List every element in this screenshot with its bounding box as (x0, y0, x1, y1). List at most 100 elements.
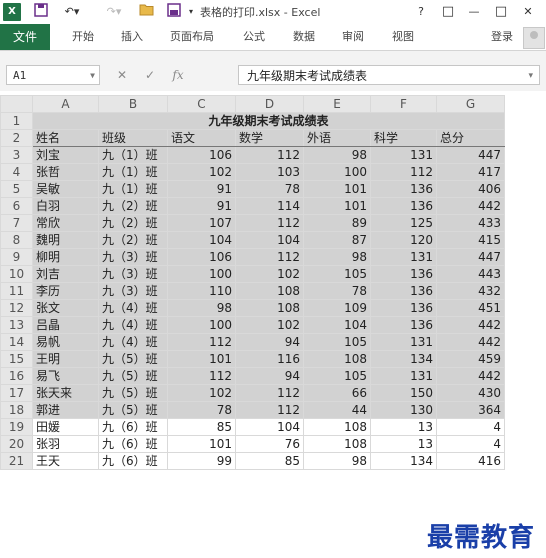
table-cell[interactable]: 柳明 (32, 248, 99, 266)
table-cell[interactable]: 112 (235, 146, 304, 164)
table-cell[interactable]: 刘吉 (32, 265, 99, 283)
table-cell[interactable]: 吕晶 (32, 316, 99, 334)
table-cell[interactable]: 九（1）班 (98, 163, 168, 181)
header-cell[interactable]: 外语 (303, 129, 371, 147)
cell-grid[interactable]: A B C D E F G 1 九年级期末考试成绩表 2 姓名 班级 语文 数学 外语 科学 总分 3 刘宝 九（1）… (0, 95, 505, 470)
table-cell[interactable]: 106 (167, 248, 236, 266)
table-cell[interactable]: 张文 (32, 299, 99, 317)
row-header[interactable]: 6 (0, 197, 33, 215)
table-cell[interactable]: 112 (235, 384, 304, 402)
table-cell[interactable]: 87 (303, 231, 371, 249)
table-cell[interactable]: 张天来 (32, 384, 99, 402)
table-cell[interactable]: 101 (303, 180, 371, 198)
header-cell[interactable]: 语文 (167, 129, 236, 147)
enter-icon[interactable]: ✓ (136, 65, 164, 85)
row-header[interactable]: 4 (0, 163, 33, 181)
table-cell[interactable]: 120 (370, 231, 437, 249)
table-cell[interactable]: 田媛 (32, 418, 99, 436)
table-cell[interactable]: 13 (370, 418, 437, 436)
table-cell[interactable]: 98 (303, 452, 371, 470)
table-cell[interactable]: 447 (436, 146, 505, 164)
table-cell[interactable]: 136 (370, 299, 437, 317)
header-cell[interactable]: 总分 (436, 129, 505, 147)
table-cell[interactable]: 116 (235, 350, 304, 368)
table-cell[interactable]: 98 (303, 146, 371, 164)
table-cell[interactable]: 102 (235, 265, 304, 283)
row-header[interactable]: 12 (0, 299, 33, 317)
table-cell[interactable]: 108 (303, 435, 371, 453)
tab-file[interactable]: 文件 (0, 24, 50, 50)
table-cell[interactable]: 108 (303, 350, 371, 368)
table-cell[interactable]: 99 (167, 452, 236, 470)
table-cell[interactable]: 105 (303, 333, 371, 351)
row-header[interactable]: 8 (0, 231, 33, 249)
table-cell[interactable]: 九（3）班 (98, 282, 168, 300)
tab-insert[interactable]: 插入 (121, 24, 143, 50)
table-cell[interactable]: 九（2）班 (98, 197, 168, 215)
table-cell[interactable]: 136 (370, 316, 437, 334)
table-cell[interactable]: 94 (235, 367, 304, 385)
save-icon[interactable] (32, 3, 50, 21)
table-cell[interactable]: 魏明 (32, 231, 99, 249)
customize-icon[interactable]: ▾ (186, 3, 196, 21)
table-cell[interactable]: 91 (167, 180, 236, 198)
table-cell[interactable]: 442 (436, 316, 505, 334)
login-link[interactable]: 登录 (491, 24, 513, 50)
table-cell[interactable]: 150 (370, 384, 437, 402)
table-cell[interactable]: 417 (436, 163, 505, 181)
column-header-a[interactable]: A (32, 95, 99, 113)
table-cell[interactable]: 102 (235, 316, 304, 334)
table-cell[interactable]: 76 (235, 435, 304, 453)
maximize-icon[interactable]: □ (493, 3, 509, 21)
table-cell[interactable]: 112 (167, 367, 236, 385)
table-cell[interactable]: 王明 (32, 350, 99, 368)
worksheet[interactable]: A B C D E F G 1 九年级期末考试成绩表 2 姓名 班级 语文 数学 外语 科学 总分 3 刘宝 九（1）… (0, 95, 546, 558)
table-cell[interactable]: 100 (303, 163, 371, 181)
row-header[interactable]: 18 (0, 401, 33, 419)
table-cell[interactable]: 102 (167, 163, 236, 181)
table-cell[interactable]: 134 (370, 452, 437, 470)
table-cell[interactable]: 406 (436, 180, 505, 198)
column-header-f[interactable]: F (370, 95, 437, 113)
table-cell[interactable]: 九（5）班 (98, 401, 168, 419)
table-cell[interactable]: 101 (167, 350, 236, 368)
table-cell[interactable]: 442 (436, 367, 505, 385)
tab-view[interactable]: 视图 (392, 24, 414, 50)
table-cell[interactable]: 105 (303, 265, 371, 283)
table-cell[interactable]: 364 (436, 401, 505, 419)
tab-home[interactable]: 开始 (72, 24, 94, 50)
table-cell[interactable]: 九（3）班 (98, 265, 168, 283)
table-cell[interactable]: 105 (303, 367, 371, 385)
table-cell[interactable]: 白羽 (32, 197, 99, 215)
select-all-corner[interactable] (0, 95, 33, 113)
fx-icon[interactable]: fx (164, 65, 192, 85)
table-cell[interactable]: 九（2）班 (98, 214, 168, 232)
row-header[interactable]: 20 (0, 435, 33, 453)
table-cell[interactable]: 九（5）班 (98, 350, 168, 368)
table-cell[interactable]: 王天 (32, 452, 99, 470)
table-cell[interactable]: 131 (370, 333, 437, 351)
table-cell[interactable]: 4 (436, 435, 505, 453)
table-cell[interactable]: 102 (167, 384, 236, 402)
table-cell[interactable]: 66 (303, 384, 371, 402)
column-header-c[interactable]: C (167, 95, 236, 113)
row-header[interactable]: 5 (0, 180, 33, 198)
avatar[interactable] (523, 27, 545, 49)
formula-input[interactable]: 九年级期末考试成绩表 ▾ (238, 65, 540, 85)
row-header[interactable]: 21 (0, 452, 33, 470)
table-cell[interactable]: 112 (167, 333, 236, 351)
table-cell[interactable]: 易飞 (32, 367, 99, 385)
table-cell[interactable]: 109 (303, 299, 371, 317)
table-cell[interactable]: 4 (436, 418, 505, 436)
sheet-title-cell[interactable]: 九年级期末考试成绩表 (32, 112, 505, 130)
table-cell[interactable]: 九（6）班 (98, 418, 168, 436)
close-icon[interactable]: ✕ (520, 3, 536, 21)
table-cell[interactable]: 451 (436, 299, 505, 317)
table-cell[interactable]: 78 (235, 180, 304, 198)
table-cell[interactable]: 101 (167, 435, 236, 453)
row-header[interactable]: 9 (0, 248, 33, 266)
row-header[interactable]: 16 (0, 367, 33, 385)
row-header[interactable]: 14 (0, 333, 33, 351)
table-cell[interactable]: 100 (167, 265, 236, 283)
table-cell[interactable]: 430 (436, 384, 505, 402)
